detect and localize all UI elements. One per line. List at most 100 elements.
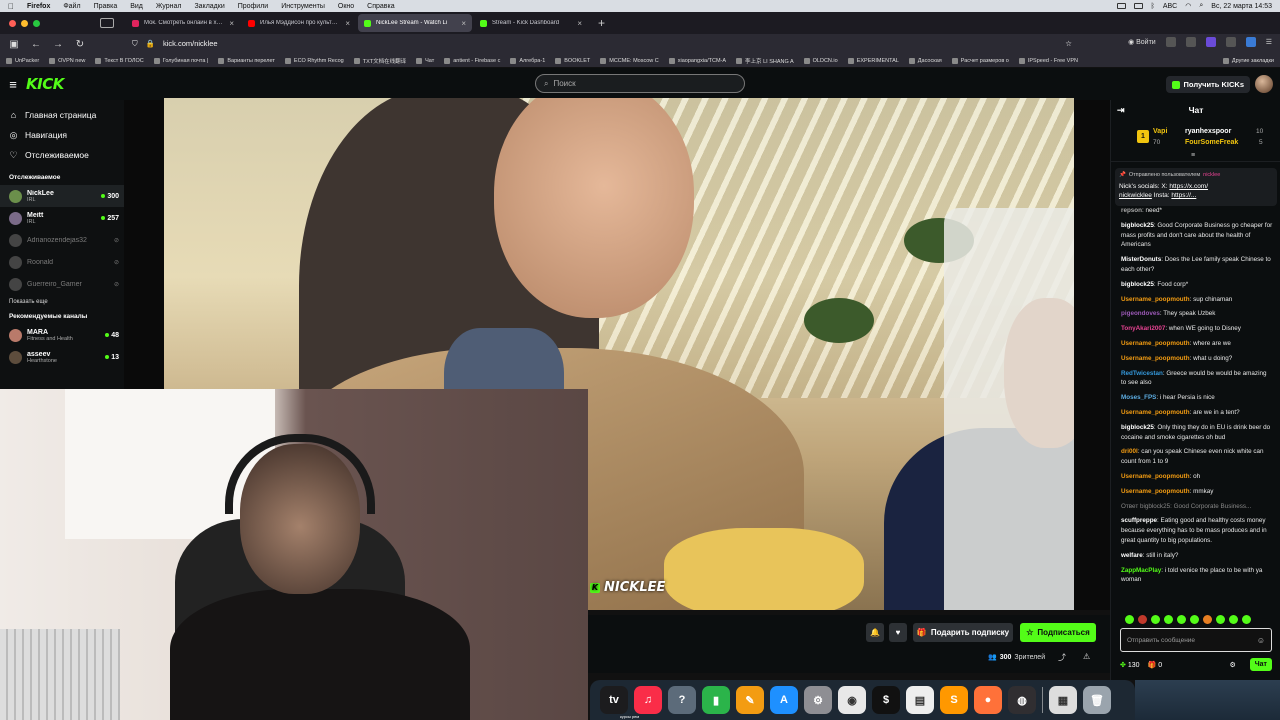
bookmark[interactable]: Дасоская (908, 57, 942, 64)
bookmark[interactable]: Текст В ГОЛОС (95, 57, 144, 64)
chat-username[interactable]: Username_poopmouth (1121, 296, 1190, 303)
following-channel[interactable]: NickLee IRL 300 (0, 185, 124, 207)
extension-icon[interactable] (1225, 37, 1236, 47)
tv-app-icon[interactable]: tv (600, 686, 628, 714)
chat-username[interactable]: bigblock25 (1121, 424, 1154, 431)
close-tab-icon[interactable]: × (229, 19, 234, 28)
recommended-channel[interactable]: MARA Fitness and Health 48 (0, 324, 124, 346)
menu-item[interactable]: Справка (367, 3, 394, 10)
url-text[interactable]: kick.com/nicklee (163, 39, 218, 48)
menu-item[interactable]: Окно (338, 3, 354, 10)
bookmark[interactable]: 李上京 LI SHANG A (736, 57, 794, 65)
gifter-name[interactable]: ryanhexspoor (1185, 128, 1231, 135)
pinned-link[interactable]: nickwicklee (1119, 192, 1152, 199)
chrome-app-icon[interactable]: ◉ (838, 686, 866, 714)
shield-icon[interactable]: ⛉ (132, 39, 138, 49)
browser-tab[interactable]: Мок. Смотреть онлайн в хоро × (126, 14, 240, 32)
user-avatar[interactable] (1255, 75, 1273, 93)
browser-tab[interactable]: Илья Мэддисон про культуру × (242, 14, 356, 32)
help-app-icon[interactable]: ? (668, 686, 696, 714)
nav-browse[interactable]: ◎ Навигация (0, 125, 124, 145)
chat-input[interactable]: Отправить сообщение ☺ (1120, 628, 1272, 652)
bookmark[interactable]: Чат (416, 57, 434, 64)
extension-icon[interactable] (1165, 37, 1176, 47)
terminal-app-icon[interactable]: $ (872, 686, 900, 714)
sidebar-icon[interactable]: ▣ (8, 39, 20, 50)
bookmark-star-icon[interactable]: ☆ (1065, 39, 1072, 48)
chat-username[interactable]: dri00l (1121, 448, 1138, 455)
battery-icon[interactable] (1116, 3, 1126, 9)
bookmark[interactable]: Расчет размеров о (951, 57, 1009, 64)
bookmark[interactable]: MCCME: Moscow C (600, 57, 659, 64)
follow-button[interactable]: ♥ (889, 623, 907, 642)
menu-item[interactable]: Журнал (156, 3, 182, 10)
clock[interactable]: Вс, 22 марта 14:53 (1211, 3, 1272, 10)
bookmark[interactable]: antient - Firebase c (444, 57, 500, 64)
browser-tab-active[interactable]: NickLee Stream - Watch Li × (358, 14, 472, 32)
bookmark[interactable]: TXT文档在线翻译 (353, 57, 406, 65)
chat-username[interactable]: TonyAkari2007 (1121, 325, 1165, 332)
zoom-window-button[interactable] (33, 19, 40, 27)
pages-app-icon[interactable]: ✎ (736, 686, 764, 714)
back-icon[interactable]: ← (30, 39, 42, 50)
gifter-name[interactable]: Vapi (1153, 128, 1167, 135)
emote-icon[interactable] (1138, 615, 1147, 624)
notifications-button[interactable]: 🔔 (866, 623, 884, 642)
chat-username[interactable]: Username_poopmouth (1121, 473, 1190, 480)
bookmark[interactable]: Варианты перелет (218, 57, 275, 64)
other-bookmarks[interactable]: Другие закладки (1222, 57, 1274, 64)
bookmark[interactable]: EXPERIMENTAL (847, 57, 899, 64)
music-app-icon[interactable]: ♫ (634, 686, 662, 714)
chat-username[interactable]: welfare (1121, 552, 1143, 559)
bookmark[interactable]: IPSpeed - Free VPN (1018, 57, 1078, 64)
numbers-app-icon[interactable]: ▮ (702, 686, 730, 714)
settings-app-icon[interactable]: ⚙ (804, 686, 832, 714)
textedit-app-icon[interactable]: ▤ (906, 686, 934, 714)
wifi-icon[interactable]: ◠ (1185, 2, 1191, 10)
bookmark[interactable]: UnPacker (6, 57, 39, 64)
account-button[interactable]: ◉ Войти (1128, 38, 1156, 46)
nav-home[interactable]: ⌂ Главная страница (0, 105, 124, 125)
kicks-balance[interactable]: ✤ 130 (1120, 661, 1140, 669)
chat-username[interactable]: repson (1121, 207, 1142, 214)
emote-icon[interactable] (1177, 615, 1186, 624)
close-tab-icon[interactable]: × (345, 19, 350, 28)
bookmark[interactable]: OVPN new (49, 57, 85, 64)
gift-sub-button[interactable]: 🎁 Подарить подписку (913, 623, 1013, 642)
close-tab-icon[interactable]: × (461, 19, 466, 28)
browser-tab[interactable]: Stream - Kick Dashboard × (474, 14, 588, 32)
subscribe-button[interactable]: ☆ Подписаться (1020, 623, 1096, 642)
close-tab-icon[interactable]: × (577, 19, 582, 28)
send-chat-button[interactable]: Чат (1249, 658, 1272, 671)
trash-app-icon[interactable]: 🗑 (1083, 686, 1111, 714)
menu-item[interactable]: Правка (94, 3, 118, 10)
show-more-link[interactable]: Показать еще (0, 295, 124, 311)
extension-icon[interactable] (1185, 37, 1196, 47)
new-tab-icon[interactable]: + (598, 16, 605, 30)
extension-icon[interactable] (1205, 37, 1216, 47)
report-icon[interactable]: ⚠ (1083, 652, 1090, 661)
chat-username[interactable]: Username_poopmouth (1121, 409, 1190, 416)
menu-item[interactable]: Профили (238, 3, 268, 10)
extension-icon[interactable] (1245, 37, 1256, 47)
bookmark[interactable]: xiaopangxia/TCM-A (668, 57, 726, 64)
minimize-window-button[interactable] (21, 19, 28, 27)
chat-username[interactable]: bigblock25 (1121, 281, 1154, 288)
appstore-app-icon[interactable]: A (770, 686, 798, 714)
following-channel-offline[interactable]: Roonald ⊘ (0, 251, 124, 273)
gifter-name[interactable]: FourSomeFreak (1185, 139, 1238, 146)
following-channel-offline[interactable]: Guerreiro_Gamer ⊘ (0, 273, 124, 295)
search-icon[interactable]: ⌕ (1199, 2, 1203, 10)
emote-icon[interactable] (1151, 615, 1160, 624)
close-window-button[interactable] (9, 19, 16, 27)
kick-logo[interactable]: KICK (26, 75, 64, 93)
bookmark[interactable]: ECO Rhythm Recog (284, 57, 344, 64)
pdf-app-icon[interactable]: ▦ (1049, 686, 1077, 714)
menu-icon[interactable]: ☰ (1266, 38, 1272, 46)
share-icon[interactable]: ⤴ (1058, 652, 1066, 663)
gift-balance[interactable]: 🎁 0 (1148, 661, 1163, 669)
emote-icon[interactable] (1242, 615, 1251, 624)
following-channel[interactable]: Meitt IRL 257 (0, 207, 124, 229)
emote-icon[interactable] (1190, 615, 1199, 624)
reload-icon[interactable]: ↻ (74, 39, 86, 50)
